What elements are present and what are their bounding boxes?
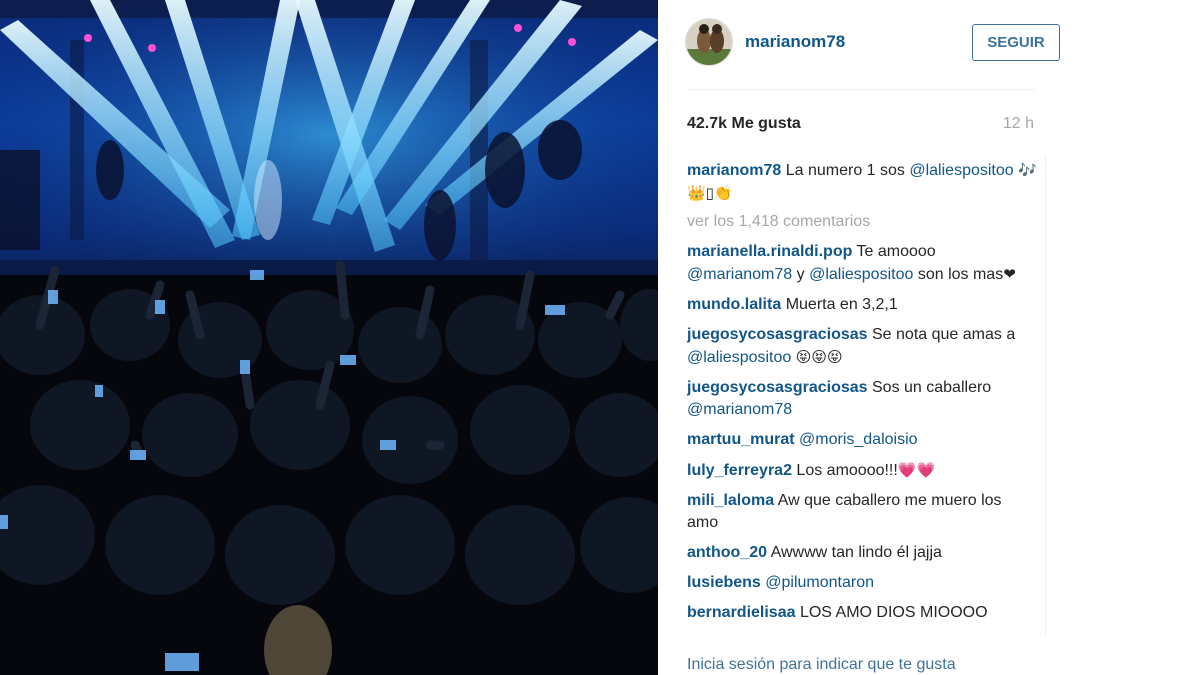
list-item: anthoo_20 Awwww tan lindo él jajja bbox=[687, 542, 1037, 564]
post-photo[interactable] bbox=[0, 0, 658, 675]
header-divider bbox=[687, 89, 1034, 90]
comment-text: Awwww tan lindo él jajja bbox=[770, 544, 942, 561]
comment-username[interactable]: bernardielisaa bbox=[687, 604, 796, 621]
comment-username[interactable]: anthoo_20 bbox=[687, 544, 767, 561]
heart-emoji: 💗💗 bbox=[897, 461, 936, 479]
comment-mention[interactable]: @pilumontaron bbox=[765, 574, 874, 591]
crowd-illustration bbox=[0, 260, 658, 675]
comment-username[interactable]: juegosycosasgraciosas bbox=[687, 379, 868, 396]
comment-mention[interactable]: @laliespositoo bbox=[809, 266, 913, 283]
comment-text: Se nota que amas a bbox=[872, 326, 1016, 343]
comment-text: y bbox=[796, 266, 805, 283]
profile-photo-icon bbox=[686, 19, 732, 65]
list-item: lusiebens @pilumontaron bbox=[687, 572, 1037, 594]
list-item: bernardielisaa LOS AMO DIOS MIOOOO bbox=[687, 602, 1037, 624]
heart-emoji: ❤ bbox=[1003, 265, 1016, 283]
comment-mention[interactable]: @laliespositoo bbox=[687, 349, 791, 366]
post-caption: marianom78 La numero 1 sos @laliesposito… bbox=[687, 159, 1037, 205]
comment-username[interactable]: mili_laloma bbox=[687, 492, 774, 509]
list-item: marianella.rinaldi.pop Te amoooo @marian… bbox=[687, 241, 1037, 286]
comment-username[interactable]: luly_ferreyra2 bbox=[687, 462, 792, 479]
caption-username[interactable]: marianom78 bbox=[687, 162, 781, 179]
list-item: martuu_murat @moris_daloisio bbox=[687, 429, 1037, 451]
comment-username[interactable]: mundo.lalita bbox=[687, 296, 781, 313]
comments-scrollbar-track[interactable] bbox=[1045, 155, 1046, 635]
post-header: marianom78 SEGUIR bbox=[685, 18, 1060, 68]
comment-username[interactable]: martuu_murat bbox=[687, 431, 795, 448]
login-to-like-link[interactable]: Inicia sesión para indicar que te gusta bbox=[687, 656, 956, 674]
comment-text: LOS AMO DIOS MIOOOO bbox=[799, 604, 988, 621]
list-item: juegosycosasgraciosas Se nota que amas a… bbox=[687, 324, 1037, 369]
comment-text: Los amoooo!!! bbox=[796, 462, 898, 479]
list-item: luly_ferreyra2 Los amoooo!!!💗💗 bbox=[687, 459, 1037, 482]
post-timestamp[interactable]: 12 h bbox=[1003, 115, 1034, 133]
caption-mention[interactable]: @laliespositoo bbox=[909, 162, 1013, 179]
caption-text: La numero 1 sos bbox=[785, 162, 905, 179]
post-username[interactable]: marianom78 bbox=[745, 32, 845, 52]
comment-username[interactable]: lusiebens bbox=[687, 574, 761, 591]
comment-mention[interactable]: @marianom78 bbox=[687, 266, 792, 283]
list-item: mili_laloma Aw que caballero me muero lo… bbox=[687, 490, 1037, 534]
comment-username[interactable]: marianella.rinaldi.pop bbox=[687, 243, 852, 260]
comment-text: Te amoooo bbox=[856, 243, 936, 260]
view-all-comments-link[interactable]: ver los 1,418 comentarios bbox=[687, 211, 1037, 233]
list-item: mundo.lalita Muerta en 3,2,1 bbox=[687, 294, 1037, 316]
tongue-emoji: 😝😝😝 bbox=[795, 348, 843, 366]
comment-text: Muerta en 3,2,1 bbox=[785, 296, 898, 313]
comment-text: Sos un caballero bbox=[872, 379, 992, 396]
likes-count: 42.7k Me gusta bbox=[687, 115, 801, 132]
comment-text: son los mas bbox=[917, 266, 1004, 283]
post-details-panel: marianom78 SEGUIR 42.7k Me gusta 12 h ma… bbox=[658, 0, 1200, 675]
comment-username[interactable]: juegosycosasgraciosas bbox=[687, 326, 868, 343]
list-item: juegosycosasgraciosas Sos un caballero @… bbox=[687, 377, 1037, 421]
avatar[interactable] bbox=[685, 18, 733, 66]
follow-button[interactable]: SEGUIR bbox=[972, 24, 1060, 61]
comments-list[interactable]: marianom78 La numero 1 sos @laliesposito… bbox=[687, 159, 1037, 637]
comment-mention[interactable]: @moris_daloisio bbox=[799, 431, 918, 448]
comment-mention[interactable]: @marianom78 bbox=[687, 401, 792, 418]
